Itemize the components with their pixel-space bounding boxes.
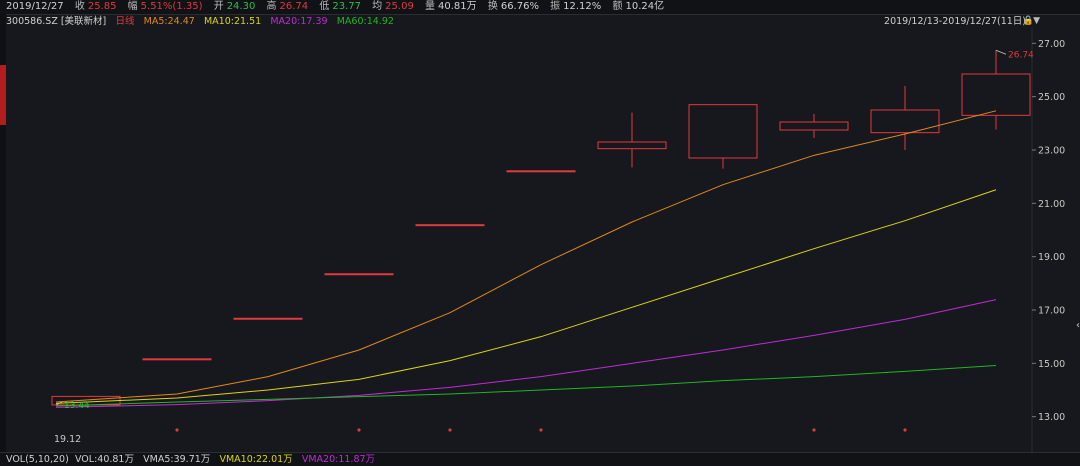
candle-body: [870, 109, 940, 134]
candle-body: [415, 224, 485, 227]
y-tick-label: 15.00: [1038, 359, 1065, 370]
y-tick-label: 13.00: [1038, 412, 1065, 423]
ma10-line: [55, 189, 997, 404]
y-tick-label: 21.00: [1038, 199, 1065, 210]
range-dropdown-icon[interactable]: ▼: [1033, 16, 1040, 26]
candlestick-chart[interactable]: 13.00 15.00 17.00 19.00 21.00 23.00 25.00 27.00…: [0, 0, 1080, 465]
event-marker-dot: [539, 428, 543, 432]
candle-body: [506, 170, 576, 173]
ma60-legend: MA60:14.92: [336, 16, 394, 27]
x-axis-date-label: 19.12: [54, 434, 82, 445]
candle-body: [233, 317, 303, 320]
y-tick-label: 27.00: [1038, 39, 1065, 50]
vma5-legend: VMA5:39.71万: [143, 454, 211, 465]
high-marker-arrow: [995, 49, 1007, 55]
candle-body: [688, 104, 758, 159]
ma-legend: 300586.SZ [美联新材] 日线 MA5:24.47 MA10:21.51…: [6, 15, 400, 29]
y-tick-label: 25.00: [1038, 92, 1065, 103]
date-range-label[interactable]: 2019/12/13-2019/12/27(11日): [884, 15, 1026, 29]
volume-indicator-title[interactable]: VOL(5,10,20): [6, 454, 69, 465]
event-marker-dot: [357, 428, 361, 432]
candle-body: [324, 273, 394, 276]
event-marker-dot: [175, 428, 179, 432]
chart-window: 2019/12/27 收 25.85 幅 5.51%(1.35) 开 24.30 高2…: [0, 0, 1080, 466]
y-tick-label: 19.00: [1038, 252, 1065, 263]
vma20-legend: VMA20:11.87万: [301, 454, 376, 465]
ma60-line: [55, 364, 997, 407]
candle-body: [597, 141, 667, 150]
ma5-legend: MA5:24.47: [143, 16, 195, 27]
ma20-legend: MA20:17.39: [270, 16, 328, 27]
ma20-line: [55, 299, 997, 408]
event-marker-dot: [812, 428, 816, 432]
lock-icon[interactable]: 🔒: [1023, 16, 1034, 26]
event-marker-dot: [903, 428, 907, 432]
high-marker-label: 26.74: [1008, 50, 1034, 60]
low-marker-label: 13.44: [64, 401, 90, 411]
stock-code: 300586.SZ [美联新材]: [6, 16, 107, 27]
y-tick-label: 17.00: [1038, 306, 1065, 317]
chevron-left-icon[interactable]: ‹: [1076, 320, 1080, 331]
vma10-legend: VMA10:22.01万: [219, 454, 293, 465]
volume-legend: VOL(5,10,20) VOL:40.81万 VMA5:39.71万 VMA1…: [0, 452, 1080, 466]
candle-body: [779, 121, 849, 131]
candle-body: [142, 358, 212, 361]
y-tick-label: 23.00: [1038, 146, 1065, 157]
ma10-legend: MA10:21.51: [203, 16, 262, 27]
event-marker-dot: [448, 428, 452, 432]
period-label[interactable]: 日线: [115, 16, 134, 27]
candle-body: [961, 73, 1031, 116]
volume-current: VOL:40.81万: [74, 454, 134, 465]
